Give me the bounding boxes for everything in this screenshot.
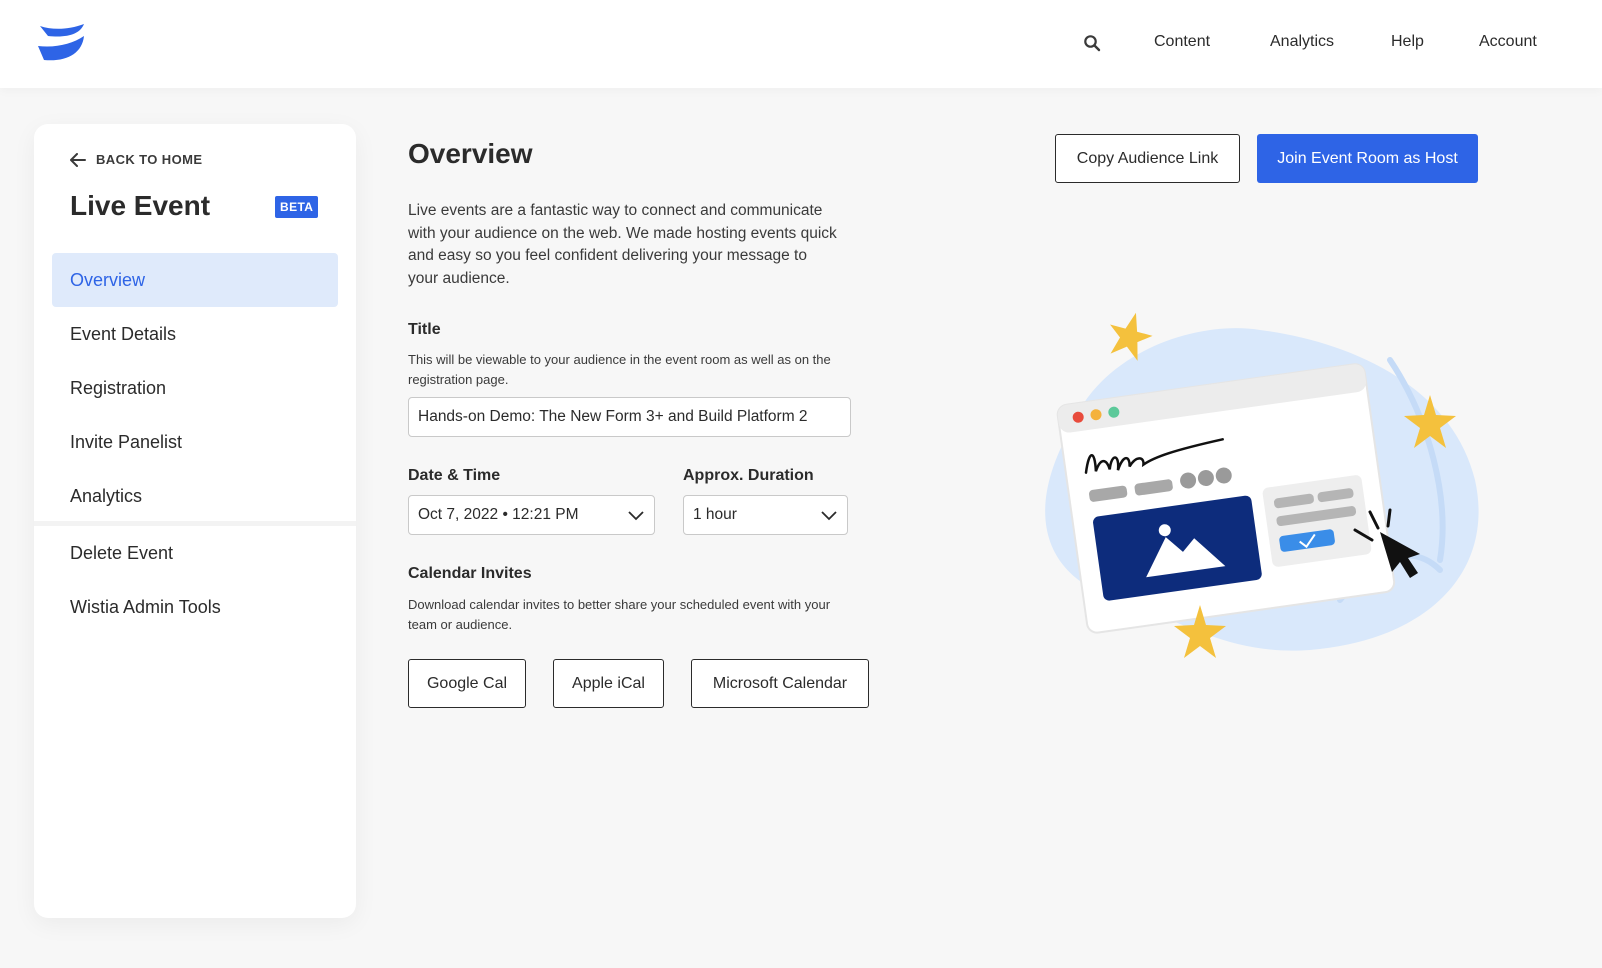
- title-input[interactable]: [408, 397, 851, 437]
- back-to-home-label: BACK TO HOME: [96, 152, 203, 167]
- duration-value: 1 hour: [693, 506, 737, 523]
- live-event-illustration: [1045, 312, 1479, 658]
- sidebar-item-invite-panelist[interactable]: Invite Panelist: [52, 415, 338, 469]
- apple-ical-button[interactable]: Apple iCal: [553, 659, 664, 708]
- calendar-invites-label: Calendar Invites: [408, 565, 532, 582]
- join-event-room-button[interactable]: Join Event Room as Host: [1257, 134, 1478, 183]
- duration-label: Approx. Duration: [683, 467, 814, 484]
- microsoft-calendar-button[interactable]: Microsoft Calendar: [691, 659, 869, 708]
- nav-content[interactable]: Content: [1154, 33, 1210, 51]
- sidebar-menu: Overview Event Details Registration Invi…: [52, 253, 338, 523]
- top-navigation: Content Analytics Help Account: [0, 0, 1602, 88]
- title-help-text: This will be viewable to your audience i…: [408, 352, 831, 387]
- page-title: Overview: [408, 138, 533, 169]
- sidebar-item-wistia-admin-tools[interactable]: Wistia Admin Tools: [52, 580, 338, 634]
- date-time-label: Date & Time: [408, 467, 501, 484]
- calendar-help-text: Download calendar invites to better shar…: [408, 597, 831, 632]
- intro-text: Live events are a fantastic way to conne…: [408, 202, 837, 287]
- date-time-select[interactable]: Oct 7, 2022 • 12:21 PM: [408, 495, 655, 535]
- arrow-left-icon: [70, 152, 86, 167]
- duration-select[interactable]: 1 hour: [683, 495, 848, 535]
- nav-analytics[interactable]: Analytics: [1270, 33, 1334, 51]
- sidebar-secondary-menu: Delete Event Wistia Admin Tools: [52, 526, 338, 634]
- nav-help[interactable]: Help: [1391, 33, 1424, 51]
- wistia-logo-icon[interactable]: [38, 24, 84, 62]
- search-icon[interactable]: [1083, 34, 1101, 52]
- sidebar-item-event-details[interactable]: Event Details: [52, 307, 338, 361]
- copy-audience-link-button[interactable]: Copy Audience Link: [1055, 134, 1240, 183]
- sidebar-item-delete-event[interactable]: Delete Event: [52, 526, 338, 580]
- google-cal-button[interactable]: Google Cal: [408, 659, 526, 708]
- sidebar-item-registration[interactable]: Registration: [52, 361, 338, 415]
- chevron-down-icon: [821, 511, 837, 521]
- sidebar-item-overview[interactable]: Overview: [52, 253, 338, 307]
- beta-badge: BETA: [275, 196, 319, 218]
- sidebar-title: Live Event: [70, 190, 211, 221]
- chevron-down-icon: [628, 511, 644, 521]
- back-to-home-link[interactable]: BACK TO HOME: [70, 152, 202, 167]
- sidebar: BACK TO HOME Live Event BETA Overview Ev…: [34, 124, 356, 918]
- nav-account[interactable]: Account: [1479, 33, 1537, 51]
- title-label: Title: [408, 321, 441, 338]
- date-time-value: Oct 7, 2022 • 12:21 PM: [418, 506, 579, 523]
- sidebar-item-analytics[interactable]: Analytics: [52, 469, 338, 523]
